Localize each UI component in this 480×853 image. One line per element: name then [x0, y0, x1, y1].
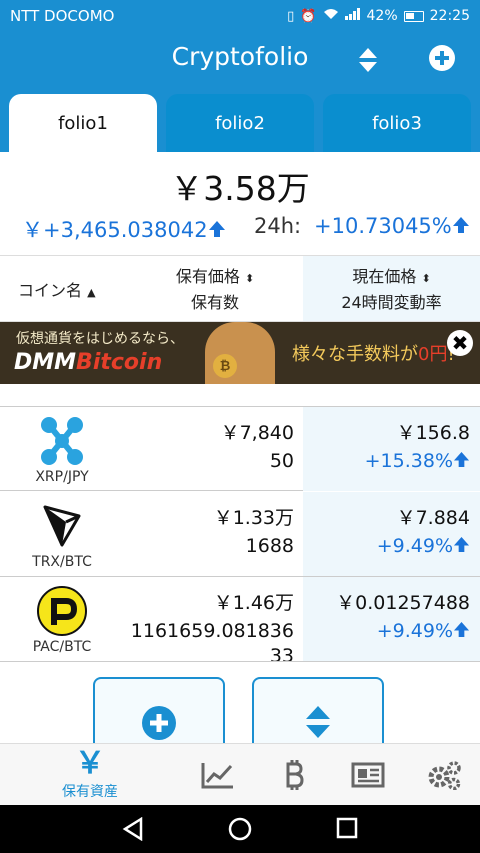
arrow-up-icon — [453, 618, 470, 646]
current-price: ￥7.884 — [396, 507, 470, 529]
price-change: +9.49% — [303, 532, 470, 561]
sort-by-price[interactable]: 現在価格 ⬍ 24時間変動率 — [303, 256, 480, 321]
nav-assets[interactable]: ￥ 保有資産 — [40, 744, 140, 806]
tab-folio2[interactable]: folio2 — [166, 94, 314, 152]
app-title: Cryptofolio — [171, 42, 309, 71]
coin-pair: XRP/JPY — [35, 469, 89, 485]
carrier-name: NTT DOCOMO — [10, 7, 115, 25]
total-gain: ￥+3,465.038042 — [22, 214, 226, 244]
bottom-nav: ￥ 保有資産 — [0, 743, 480, 805]
nav-assets-label: 保有資産 — [62, 784, 118, 800]
back-icon[interactable] — [122, 816, 144, 845]
line-chart-icon — [201, 763, 233, 789]
holding-value: ￥1.46万 — [213, 592, 294, 614]
h24-label: 24h: — [254, 214, 302, 238]
tab-folio3[interactable]: folio3 — [323, 94, 471, 152]
coin-row-pac[interactable]: PAC/BTC ￥1.46万 1161659.081836 33 ￥0.0125… — [0, 577, 480, 662]
sort-icon: ⬍ — [421, 272, 431, 285]
current-price: ￥156.8 — [396, 422, 470, 444]
wifi-icon — [323, 8, 339, 24]
holding-amount: 1688 — [245, 535, 294, 557]
ad-banner[interactable]: 仮想通貨をはじめるなら、 DMMBitcoin ₿ 様々な手数料が0円! — [0, 322, 480, 384]
current-price: ￥0.01257488 — [336, 592, 470, 614]
sort-icon: ▲ — [87, 286, 96, 299]
holding-amount: 50 — [269, 450, 294, 472]
sort-by-holding[interactable]: 保有価格 ⬍ 保有数 — [160, 265, 270, 315]
bitcoin-coin-icon: ₿ — [213, 354, 237, 378]
alarm-icon: ⏰ — [300, 8, 317, 24]
ad-close-button[interactable]: ✖ — [447, 330, 473, 356]
column-header: コイン名 ▲ 保有価格 ⬍ 保有数 現在価格 ⬍ 24時間変動率 — [0, 256, 480, 322]
clock: 22:25 — [429, 8, 470, 24]
battery-icon — [403, 10, 424, 22]
vibrate-icon: ▯ — [287, 8, 295, 24]
ad-headline: 仮想通貨をはじめるなら、 — [16, 331, 184, 347]
signal-icon — [344, 8, 361, 24]
plus-circle-icon — [429, 45, 455, 71]
add-folio-button[interactable] — [428, 44, 458, 74]
arrow-up-icon — [453, 533, 470, 561]
plus-circle-icon — [142, 706, 176, 740]
nav-news[interactable] — [348, 744, 388, 806]
ad-promo: 様々な手数料が0円! — [292, 344, 455, 365]
coin-pair: TRX/BTC — [32, 554, 92, 570]
tab-folio1[interactable]: folio1 — [9, 94, 157, 152]
recents-icon[interactable] — [336, 817, 358, 843]
ad-image — [205, 322, 275, 384]
home-icon[interactable] — [228, 817, 252, 845]
holding-value: ￥1.33万 — [213, 507, 294, 529]
bitcoin-icon — [286, 760, 304, 790]
price-change: +15.38% — [303, 447, 470, 476]
coin-pair: PAC/BTC — [32, 639, 92, 655]
sort-icon — [306, 706, 330, 738]
nav-chart[interactable] — [198, 744, 238, 806]
sort-by-coin[interactable]: コイン名 ▲ — [18, 277, 96, 301]
arrow-up-icon — [208, 219, 226, 243]
nav-coins[interactable] — [274, 744, 314, 806]
yen-icon: ￥ — [75, 746, 105, 781]
total-value: ￥3.58万 — [170, 169, 310, 208]
portfolio-summary: ￥3.58万 ￥+3,465.038042 24h: +10.73045% — [0, 152, 480, 256]
battery-percent: 42% — [366, 8, 398, 24]
xrp-icon — [30, 415, 94, 467]
newspaper-icon — [351, 762, 385, 788]
arrow-up-icon — [453, 448, 470, 476]
holding-value: ￥7,840 — [220, 422, 294, 444]
pac-icon — [30, 585, 94, 637]
arrow-up-icon — [452, 215, 470, 239]
sort-icon: ⬍ — [244, 272, 255, 285]
sort-button[interactable] — [352, 44, 384, 76]
status-bar: NTT DOCOMO ▯ ⏰ 42% 22:25 — [0, 0, 480, 32]
price-change: +9.49% — [303, 617, 470, 646]
gears-icon — [428, 761, 461, 790]
tron-icon — [30, 500, 94, 552]
nav-settings[interactable] — [422, 744, 466, 806]
holding-amount: 1161659.081836 — [130, 620, 294, 642]
app-bar: Cryptofolio — [0, 32, 480, 86]
coin-row-trx[interactable]: TRX/BTC ￥1.33万 1688 ￥7.884 +9.49% — [0, 492, 480, 577]
folio-tabs: folio1 folio2 folio3 — [0, 86, 480, 152]
ad-brand: DMMBitcoin — [14, 350, 163, 375]
holding-amount-overflow: 33 — [269, 645, 294, 662]
sort-icon — [359, 48, 377, 72]
system-nav-bar — [0, 805, 480, 853]
coin-row-xrp[interactable]: XRP/JPY ￥7,840 50 ￥156.8 +15.38% — [0, 406, 480, 491]
h24-change: +10.73045% — [314, 214, 470, 239]
